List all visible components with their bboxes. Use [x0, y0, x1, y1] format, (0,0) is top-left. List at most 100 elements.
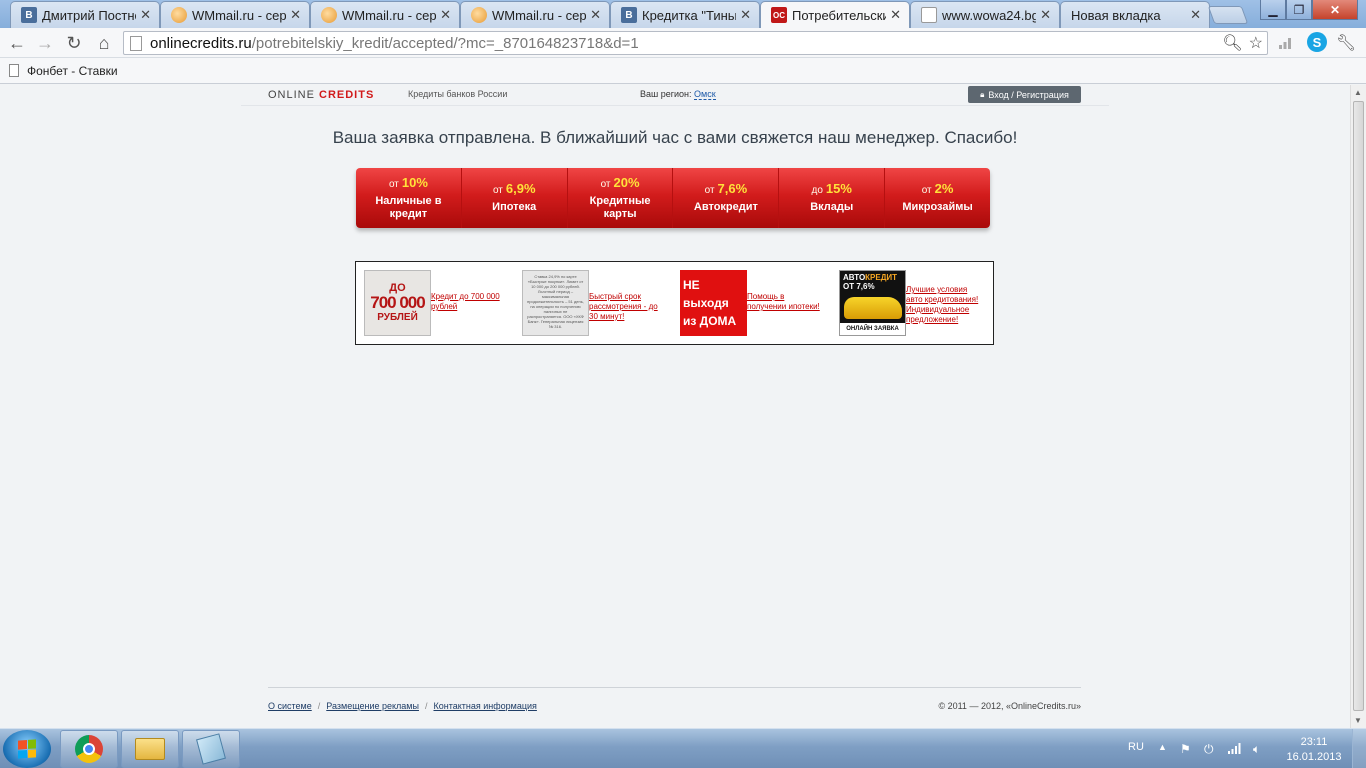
separator: /: [424, 701, 428, 711]
minimize-button[interactable]: ▁: [1260, 0, 1286, 20]
menu-item-label: Ипотека: [492, 201, 537, 213]
separator: /: [317, 701, 321, 711]
taskbar-chrome[interactable]: [60, 730, 118, 768]
region-link[interactable]: Омск: [694, 89, 716, 100]
banner-link[interactable]: Быстрый срок рассмотрения - до 30 минут!: [589, 292, 667, 336]
tab-kreditka-tinkoff[interactable]: В Кредитка "Тиньк ✕: [610, 1, 760, 28]
tab-new-tab[interactable]: Новая вкладка ✕: [1060, 1, 1210, 28]
site-tagline: Кредиты банков России: [408, 89, 508, 99]
scrollbar-thumb[interactable]: [1353, 101, 1364, 711]
tab-wmmail-2[interactable]: WMmail.ru - сер ✕: [310, 1, 460, 28]
back-arrow-icon[interactable]: ←: [5, 31, 29, 55]
close-icon[interactable]: ✕: [290, 7, 301, 23]
banner-image[interactable]: НЕ выходя из ДОМА: [680, 270, 747, 336]
login-register-label: Вход / Регистрация: [988, 89, 1069, 100]
scroll-up-arrow-icon[interactable]: ▲: [1354, 88, 1362, 97]
region-selector: Ваш регион: Омск: [640, 89, 716, 100]
show-desktop-button[interactable]: [1352, 729, 1366, 768]
tab-title: WMmail.ru - сер: [492, 7, 587, 23]
tab-title: Кредитка "Тиньк: [642, 7, 737, 23]
close-icon[interactable]: ✕: [890, 7, 901, 23]
rate-prefix: от: [388, 178, 399, 190]
banner-image[interactable]: АВТОКРЕДИТ ОТ 7,6% ОНЛАЙН ЗАЯВКА: [839, 270, 906, 336]
tab-potrebitelskiy-active[interactable]: OC Потребительски ✕: [760, 1, 910, 28]
clock-date: 16.01.2013: [1286, 751, 1342, 763]
taskbar-notepad[interactable]: [182, 730, 240, 768]
network-signal-icon[interactable]: [1227, 742, 1243, 758]
tab-title: www.wowa24.bg: [942, 7, 1037, 23]
banner-image-text: РУБЛЕЙ: [377, 312, 418, 323]
power-plug-icon[interactable]: ⏻: [1204, 742, 1214, 757]
address-bar[interactable]: onlinecredits.ru /potrebitelskiy_kredit/…: [123, 31, 1268, 55]
windows-taskbar: RU ▲ ⚑ ⏻ 🔈︎ 23:11 16.01.2013: [0, 728, 1366, 768]
tab-vk-dmitriy[interactable]: В Дмитрий Постно ✕: [10, 1, 160, 28]
footer-link-contacts[interactable]: Контактная информация: [433, 701, 536, 711]
footer-divider: [268, 687, 1081, 688]
wmmail-icon: [171, 7, 187, 23]
volume-icon[interactable]: 🔈︎: [1253, 742, 1260, 757]
scroll-down-arrow-icon[interactable]: ▼: [1354, 716, 1362, 725]
banner-link[interactable]: Кредит до 700 000 рублей: [431, 292, 509, 336]
banner-mortgage-help: НЕ выходя из ДОМА Помощь в получении ипо…: [680, 270, 825, 336]
rate-value: 20%: [613, 174, 640, 190]
address-path: /potrebitelskiy_kredit/accepted/?mc=_870…: [251, 34, 639, 52]
start-button[interactable]: [3, 730, 51, 768]
site-logo[interactable]: ONLINE CREDITS: [268, 89, 374, 101]
login-register-button[interactable]: 🔒︎ Вход / Регистрация: [968, 86, 1081, 103]
menu-item-cash-credit[interactable]: от 10% Наличные в кредит: [356, 168, 462, 228]
signal-bars-icon[interactable]: [1277, 32, 1293, 54]
taskbar-explorer[interactable]: [121, 730, 179, 768]
bookmark-fonbet[interactable]: Фонбет - Ставки: [27, 64, 118, 78]
vk-icon: В: [21, 7, 37, 23]
tab-wmmail-3[interactable]: WMmail.ru - сер ✕: [460, 1, 610, 28]
tray-expand-icon[interactable]: ▲: [1158, 742, 1167, 752]
close-icon[interactable]: ✕: [140, 7, 151, 23]
new-tab-button[interactable]: [1207, 6, 1249, 24]
ad-banners: ДО 700 000 РУБЛЕЙ Кредит до 700 000 рубл…: [355, 261, 994, 345]
wrench-icon[interactable]: 🔧︎: [1336, 32, 1356, 54]
menu-item-auto-credit[interactable]: от 7,6% Автокредит: [673, 168, 780, 228]
banner-image-text: ОНЛАЙН ЗАЯВКА: [840, 323, 905, 335]
language-indicator[interactable]: RU: [1128, 741, 1144, 753]
reload-icon[interactable]: ↻: [62, 31, 86, 55]
skype-icon[interactable]: S: [1307, 32, 1327, 52]
close-icon[interactable]: ✕: [1040, 7, 1051, 23]
menu-item-credit-cards[interactable]: от 20% Кредитные карты: [568, 168, 674, 228]
vertical-scrollbar[interactable]: ▲ ▼: [1350, 85, 1366, 728]
search-icon[interactable]: 🔍︎: [1222, 33, 1242, 53]
close-window-button[interactable]: ✕: [1312, 0, 1358, 20]
address-host: onlinecredits.ru: [150, 34, 252, 52]
system-clock[interactable]: 23:11 16.01.2013: [1284, 735, 1344, 765]
forward-arrow-icon[interactable]: →: [33, 31, 57, 55]
car-icon: [844, 297, 902, 319]
star-icon[interactable]: ☆: [1249, 33, 1263, 53]
close-icon[interactable]: ✕: [1190, 7, 1201, 23]
footer-link-about[interactable]: О системе: [268, 701, 312, 711]
footer-link-advertising[interactable]: Размещение рекламы: [326, 701, 419, 711]
banner-auto-credit: АВТОКРЕДИТ ОТ 7,6% ОНЛАЙН ЗАЯВКА Лучшие …: [839, 270, 984, 336]
rate-prefix: от: [704, 185, 715, 196]
rate-value: 7,6%: [717, 181, 748, 196]
folder-icon: [135, 738, 165, 760]
close-icon[interactable]: ✕: [590, 7, 601, 23]
maximize-button[interactable]: ❐: [1286, 0, 1312, 20]
banner-image-text: КРЕДИТ: [865, 273, 898, 282]
tab-wowa24[interactable]: www.wowa24.bg ✕: [910, 1, 1060, 28]
menu-item-label: Кредитные карты: [589, 194, 651, 220]
browser-toolbar: ← → ↻ ⌂ onlinecredits.ru /potrebitelskiy…: [0, 28, 1366, 58]
close-icon[interactable]: ✕: [740, 7, 751, 23]
home-icon[interactable]: ⌂: [92, 31, 116, 55]
flag-icon[interactable]: ⚑: [1180, 742, 1191, 756]
close-icon[interactable]: ✕: [440, 7, 451, 23]
product-menu: от 10% Наличные в кредит от 6,9% Ипотека о…: [356, 168, 990, 228]
banner-image[interactable]: ДО 700 000 РУБЛЕЙ: [364, 270, 431, 336]
menu-item-label: Микрозаймы: [902, 201, 973, 213]
confirmation-message: Ваша заявка отправлена. В ближайший час …: [332, 128, 1018, 147]
menu-item-microloans[interactable]: от 2% Микрозаймы: [885, 168, 990, 228]
menu-item-mortgage[interactable]: от 6,9% Ипотека: [462, 168, 568, 228]
tab-wmmail-1[interactable]: WMmail.ru - сер ✕: [160, 1, 310, 28]
banner-link[interactable]: Лучшие условия авто кредитования! Индиви…: [906, 285, 984, 336]
banner-image[interactable]: Ставка 24,9% по карте «Быстрые покупки».…: [522, 270, 589, 336]
menu-item-deposits[interactable]: до 15% Вклады: [779, 168, 886, 228]
banner-link[interactable]: Помощь в получении ипотеки!: [747, 292, 825, 336]
